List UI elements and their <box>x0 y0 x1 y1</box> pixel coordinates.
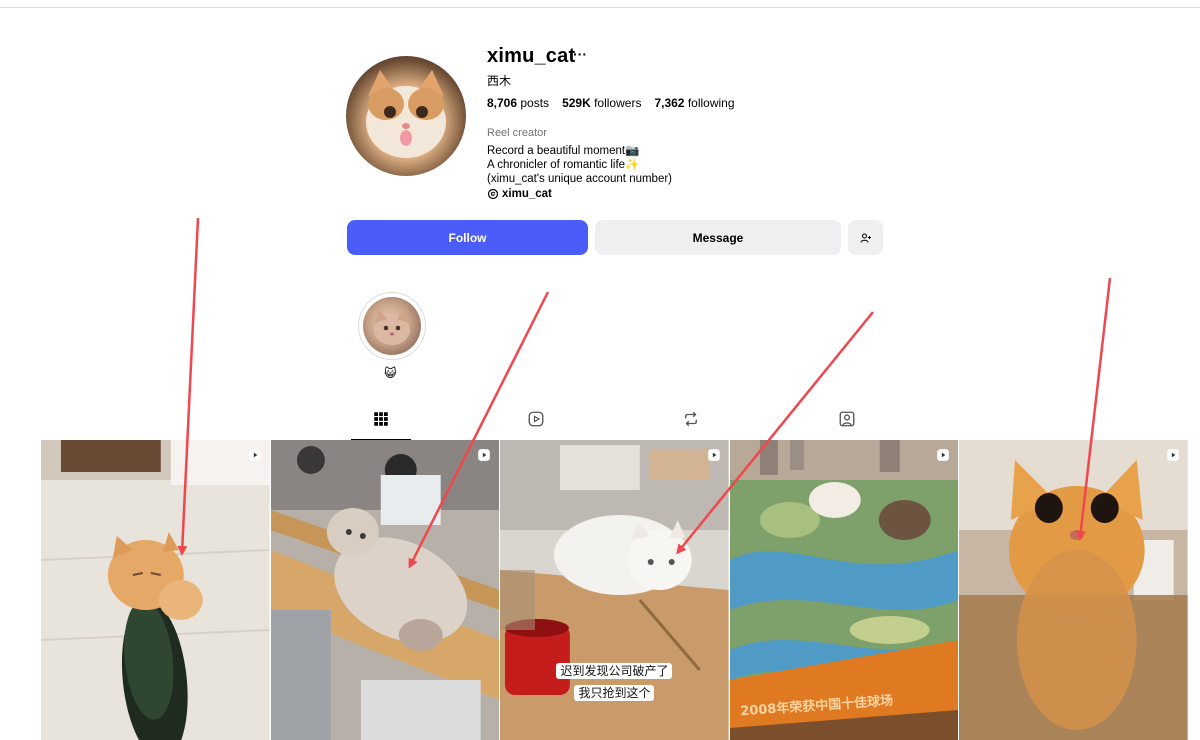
followers-label: followers <box>594 96 642 110</box>
following-label: following <box>687 96 735 110</box>
post-thumbnail <box>41 440 270 740</box>
suggested-accounts-button[interactable] <box>848 220 883 255</box>
post-tile[interactable] <box>959 440 1188 740</box>
message-button[interactable]: Message <box>595 220 841 255</box>
post-tile[interactable] <box>270 440 500 740</box>
post-caption: 我只抢到这个 <box>500 684 729 701</box>
highlight-label: 😺 <box>384 366 397 380</box>
profile-full-name: 西木 <box>487 74 512 88</box>
threads-icon <box>487 188 499 200</box>
post-caption: 迟到发现公司破产了 <box>500 662 729 679</box>
following-count: 7,362 <box>654 96 685 110</box>
tab-reels[interactable] <box>506 410 566 440</box>
reel-indicator-icon <box>478 449 491 461</box>
repost-icon <box>685 411 697 427</box>
highlight-cover <box>363 297 421 355</box>
posts-count: 8,706 <box>487 96 518 110</box>
followers-stat[interactable]: 529K followers <box>562 96 641 110</box>
post-grid: 迟到发现公司破产了 我只抢到这个 2008年荣获中国十佳球场 <box>41 440 1188 740</box>
reel-indicator-icon <box>248 449 261 461</box>
threads-link[interactable]: ximu_cat <box>487 188 552 200</box>
threads-handle: ximu_cat <box>502 188 552 200</box>
profile-tabs <box>348 410 878 440</box>
bio-line: (ximu_cat's unique account number) <box>487 173 673 185</box>
profile-avatar[interactable] <box>346 56 466 176</box>
posts-stat: 8,706 posts <box>487 96 549 110</box>
tab-posts[interactable] <box>351 410 411 440</box>
add-person-icon <box>860 233 871 243</box>
reel-indicator-icon <box>707 449 720 461</box>
bio-line: A chronicler of romantic life✨ <box>487 159 640 171</box>
post-tile[interactable] <box>41 440 270 740</box>
following-stat[interactable]: 7,362 following <box>654 96 734 110</box>
reel-indicator-icon <box>1167 449 1179 461</box>
profile-username: ximu_cat <box>487 45 576 67</box>
follow-button[interactable]: Follow <box>347 220 588 255</box>
caption-line: 我只抢到这个 <box>574 685 655 701</box>
post-thumbnail <box>959 440 1188 740</box>
profile-category: Reel creator <box>487 127 547 139</box>
tagged-icon <box>839 411 855 427</box>
reels-icon <box>528 411 544 427</box>
post-tile[interactable]: 迟到发现公司破产了 我只抢到这个 <box>500 440 729 740</box>
bio-line: Record a beautiful moment📷 <box>487 145 640 157</box>
more-options-icon[interactable]: ··· <box>573 46 587 62</box>
profile-stats: 8,706 posts 529K followers 7,362 followi… <box>487 96 735 110</box>
followers-count: 529K <box>562 96 591 110</box>
top-divider <box>0 7 1200 8</box>
posts-label: posts <box>520 96 550 110</box>
post-thumbnail <box>270 440 500 740</box>
caption-line: 迟到发现公司破产了 <box>556 663 673 679</box>
story-highlight[interactable] <box>358 292 426 360</box>
reel-indicator-icon <box>937 449 950 461</box>
post-tile[interactable]: 2008年荣获中国十佳球场 <box>729 440 959 740</box>
profile-bio: Record a beautiful moment📷 A chronicler … <box>487 144 672 186</box>
tab-tagged[interactable] <box>817 410 877 440</box>
tab-reposts[interactable] <box>661 410 721 440</box>
grid-icon <box>374 412 388 426</box>
